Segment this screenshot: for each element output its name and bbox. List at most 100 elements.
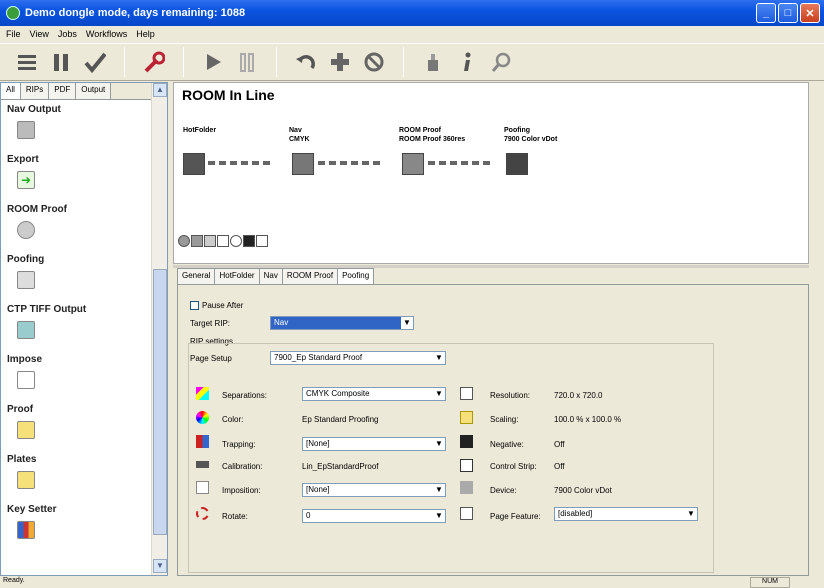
flow-icon-strip xyxy=(174,235,268,247)
palette-item-label: ROOM Proof xyxy=(7,204,67,215)
control-strip-icon xyxy=(460,459,473,472)
chevron-down-icon[interactable]: ▼ xyxy=(433,438,445,450)
node-label-room-proof: ROOM Proof ROOM Proof 360res xyxy=(399,126,465,144)
palette-list: Nav Output Export ➜ ROOM Proof Poofing CT… xyxy=(1,101,151,551)
close-button[interactable]: ✕ xyxy=(800,3,820,23)
trapping-select[interactable]: [None] ▼ xyxy=(302,437,446,451)
bucket-icon[interactable] xyxy=(416,46,450,78)
palette-item-label: Nav Output xyxy=(7,104,61,115)
tab-output[interactable]: Output xyxy=(76,83,112,99)
palette-item-plates[interactable]: Plates xyxy=(1,451,151,501)
chevron-down-icon[interactable]: ▼ xyxy=(401,317,413,329)
trapping-icon xyxy=(196,435,209,448)
chevron-down-icon[interactable]: ▼ xyxy=(433,484,445,496)
page-setup-select[interactable]: 7900_Ep Standard Proof ▼ xyxy=(270,351,446,365)
tab-general[interactable]: General xyxy=(177,268,216,284)
imposition-label: Imposition: xyxy=(222,486,261,495)
node-label-hotfolder: HotFolder xyxy=(183,126,216,135)
menu-jobs[interactable]: Jobs xyxy=(58,29,77,39)
negative-icon[interactable] xyxy=(243,235,255,247)
separations-icon xyxy=(196,387,209,400)
play-icon[interactable] xyxy=(196,46,230,78)
printer-node-icon[interactable] xyxy=(506,153,528,175)
menu-file[interactable]: File xyxy=(6,29,21,39)
palette-item-room-proof[interactable]: ROOM Proof xyxy=(1,201,151,251)
ctp-icon xyxy=(17,321,35,339)
wrench-icon[interactable] xyxy=(137,46,171,78)
separations-select[interactable]: CMYK Composite ▼ xyxy=(302,387,446,401)
page-feature-select[interactable]: [disabled] ▼ xyxy=(554,507,698,521)
palette-item-label: Plates xyxy=(7,454,37,465)
page-feature-label: Page Feature: xyxy=(490,512,541,521)
separations-value: CMYK Composite xyxy=(306,389,370,398)
printer-icon xyxy=(17,271,35,289)
control-strip-label: Control Strip: xyxy=(490,462,537,471)
imposition-icon xyxy=(196,481,209,494)
tab-poofing[interactable]: Poofing xyxy=(337,268,375,285)
imposition-select[interactable]: [None] ▼ xyxy=(302,483,446,497)
rotate-select[interactable]: 0 ▼ xyxy=(302,509,446,523)
page-icon[interactable] xyxy=(256,235,268,247)
export-icon: ➜ xyxy=(17,171,35,189)
tab-nav[interactable]: Nav xyxy=(258,268,283,284)
window-title: Demo dongle mode, days remaining: 1088 xyxy=(25,7,246,19)
cancel-icon[interactable] xyxy=(357,46,391,78)
impose-icon xyxy=(17,371,35,389)
menu-help[interactable]: Help xyxy=(136,29,155,39)
palette-item-export[interactable]: Export ➜ xyxy=(1,151,151,201)
pause-bars-icon[interactable] xyxy=(230,46,264,78)
palette-item-proof[interactable]: Proof xyxy=(1,401,151,451)
rotate-icon[interactable] xyxy=(230,235,242,247)
menu-list-icon[interactable] xyxy=(10,46,44,78)
maximize-button[interactable]: □ xyxy=(778,3,798,23)
palette-item-poofing[interactable]: Poofing xyxy=(1,251,151,301)
tab-all[interactable]: All xyxy=(1,83,21,99)
palette-tabs: All RIPs PDF Output xyxy=(1,83,167,100)
chevron-down-icon[interactable]: ▼ xyxy=(685,508,697,520)
plates-icon xyxy=(17,471,35,489)
minimize-button[interactable]: _ xyxy=(756,3,776,23)
check-icon[interactable] xyxy=(78,46,112,78)
node-label-poofing: Poofing 7900 Color vDot xyxy=(504,126,557,144)
scroll-up-icon[interactable]: ▲ xyxy=(153,83,167,97)
trapping-label: Trapping: xyxy=(222,440,256,449)
palette-item-nav-output[interactable]: Nav Output xyxy=(1,101,151,151)
chevron-down-icon[interactable]: ▼ xyxy=(433,510,445,522)
scroll-thumb[interactable] xyxy=(153,269,167,535)
palette-scrollbar[interactable]: ▲ ▼ xyxy=(151,83,167,575)
target-rip-select[interactable]: Nav ▼ xyxy=(270,316,414,330)
search-icon[interactable] xyxy=(484,46,518,78)
room-proof-node-icon[interactable] xyxy=(402,153,424,175)
info-icon[interactable] xyxy=(450,46,484,78)
settings-panel: Pause After Target RIP: Nav ▼ RIP setting… xyxy=(177,284,809,576)
pause-after-checkbox[interactable] xyxy=(190,301,199,310)
menu-workflows[interactable]: Workflows xyxy=(86,29,127,39)
scroll-down-icon[interactable]: ▼ xyxy=(153,559,167,573)
tab-rips[interactable]: RIPs xyxy=(20,83,50,99)
pause-icon[interactable] xyxy=(44,46,78,78)
calibration-value: Lin_EpStandardProof xyxy=(302,462,379,471)
palette-item-impose[interactable]: Impose xyxy=(1,351,151,401)
tab-pdf[interactable]: PDF xyxy=(49,83,77,99)
resolution-label: Resolution: xyxy=(490,391,531,400)
plus-icon[interactable] xyxy=(323,46,357,78)
chevron-down-icon[interactable]: ▼ xyxy=(433,388,445,400)
hotfolder-node-icon[interactable] xyxy=(183,153,205,175)
palette-item-key-setter[interactable]: Key Setter xyxy=(1,501,151,551)
globe-icon[interactable] xyxy=(178,235,190,247)
strip-icon[interactable] xyxy=(204,235,216,247)
status-bar: Ready. NUM xyxy=(0,577,824,588)
chevron-down-icon[interactable]: ▼ xyxy=(433,352,445,364)
tab-room-proof[interactable]: ROOM Proof xyxy=(281,268,339,284)
undo-icon[interactable] xyxy=(289,46,323,78)
menu-bar: File View Jobs Workflows Help xyxy=(0,26,824,42)
menu-view[interactable]: View xyxy=(30,29,49,39)
tab-hotfolder[interactable]: HotFolder xyxy=(214,268,260,284)
negative-value: Off xyxy=(554,440,565,449)
nav-node-icon[interactable] xyxy=(292,153,314,175)
palette-item-ctp-tiff[interactable]: CTP TIFF Output xyxy=(1,301,151,351)
target-rip-value: Nav xyxy=(274,318,289,327)
node-label-nav: Nav CMYK xyxy=(289,126,310,144)
grid-icon[interactable] xyxy=(217,235,229,247)
bar-icon[interactable] xyxy=(191,235,203,247)
